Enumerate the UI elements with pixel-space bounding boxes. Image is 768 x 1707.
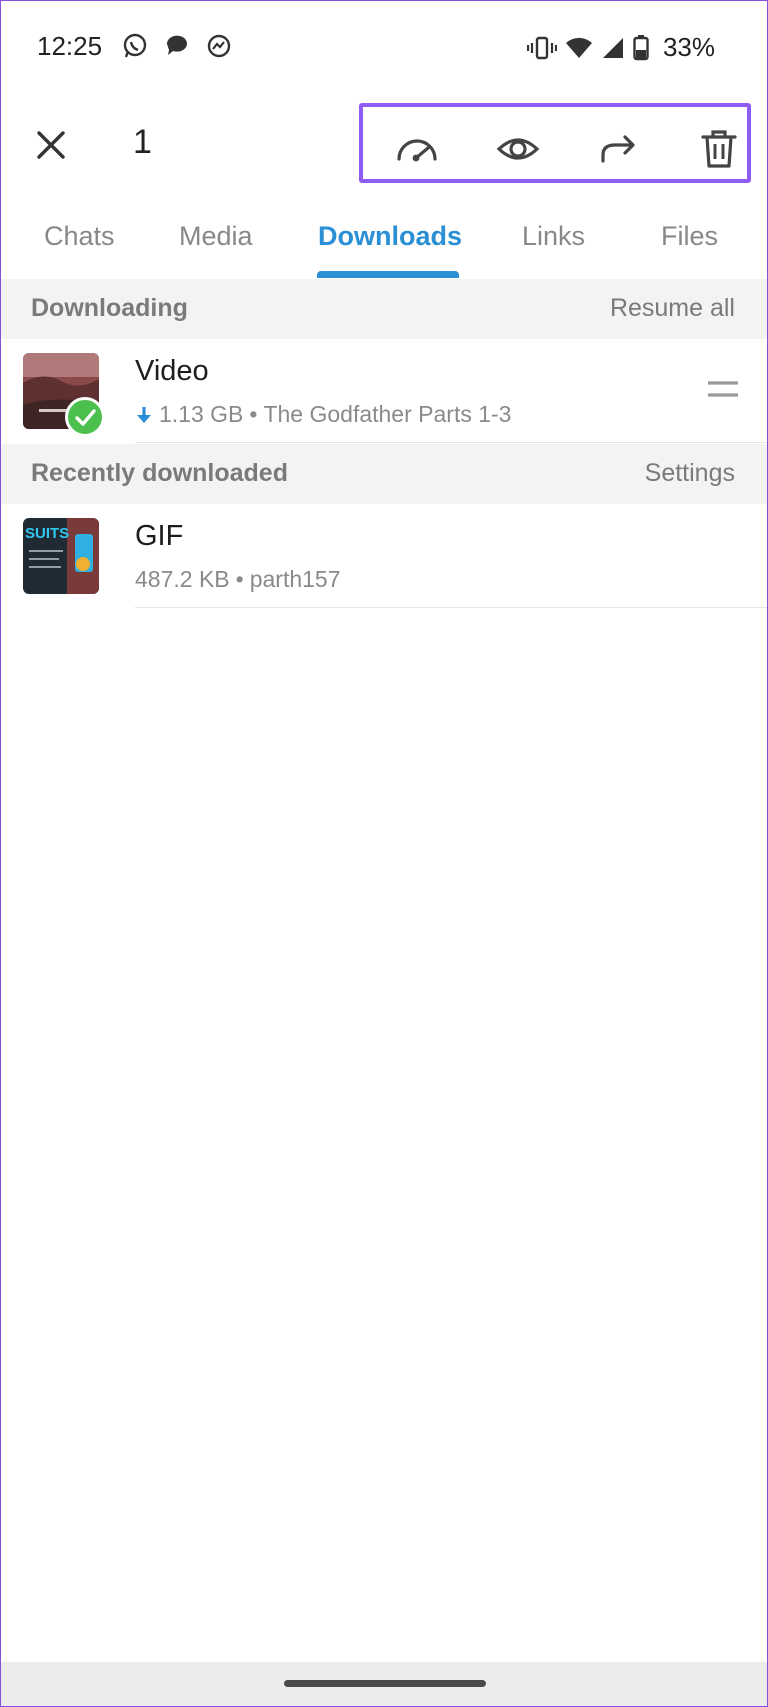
messenger-icon xyxy=(207,34,231,58)
battery-icon xyxy=(633,34,649,60)
chat-bubble-icon xyxy=(166,35,187,55)
selection-toolbar: 1 xyxy=(1,93,767,197)
recently-downloaded-header: Recently downloaded Settings xyxy=(1,444,767,504)
resume-all-button[interactable]: Resume all xyxy=(610,294,735,323)
section-title: Downloading xyxy=(31,294,188,322)
item-subtitle: 487.2 KB • parth157 xyxy=(135,566,341,593)
download-arrow-icon xyxy=(137,406,151,423)
item-size: 487.2 KB xyxy=(135,566,230,592)
action-icons-highlight xyxy=(359,103,751,183)
speedometer-icon[interactable] xyxy=(395,127,439,171)
drag-handle-icon[interactable] xyxy=(707,379,739,401)
item-source: The Godfather Parts 1-3 xyxy=(263,401,512,427)
tab-bar: Chats Media Downloads Links Files xyxy=(1,201,767,280)
divider xyxy=(135,607,767,608)
item-size: 1.13 GB xyxy=(159,401,244,427)
item-subtitle: 1.13 GB • The Godfather Parts 1-3 xyxy=(135,401,511,428)
status-bar: 12:25 33% xyxy=(1,1,767,93)
cell-signal-icon xyxy=(602,37,623,58)
gif-thumbnail: SUITS xyxy=(23,518,99,594)
close-icon[interactable] xyxy=(31,125,71,165)
tab-chats[interactable]: Chats xyxy=(44,221,115,252)
notification-icons xyxy=(121,32,233,60)
separator: • xyxy=(235,566,244,592)
settings-button[interactable]: Settings xyxy=(645,459,735,488)
active-tab-indicator xyxy=(317,271,459,278)
downloading-header: Downloading Resume all xyxy=(1,279,767,339)
status-time: 12:25 xyxy=(37,31,103,61)
whatsapp-icon xyxy=(123,33,147,58)
tab-media[interactable]: Media xyxy=(179,221,253,252)
wifi-icon xyxy=(565,37,592,58)
vibrate-icon xyxy=(526,36,557,59)
download-item[interactable]: Video 1.13 GB • The Godfather Parts 1-3 xyxy=(1,339,767,443)
selected-count: 1 xyxy=(133,123,152,161)
system-status-icons: 33% xyxy=(526,32,715,63)
eye-icon[interactable] xyxy=(496,127,540,171)
home-gesture-handle[interactable] xyxy=(284,1680,486,1687)
download-item[interactable]: SUITS GIF 487.2 KB • parth157 xyxy=(1,504,767,608)
gesture-navigation-bar xyxy=(1,1662,767,1706)
battery-percent: 33% xyxy=(662,32,715,62)
tab-links[interactable]: Links xyxy=(522,221,585,252)
item-title: GIF xyxy=(135,520,184,552)
divider xyxy=(135,442,767,443)
trash-icon[interactable] xyxy=(697,127,741,171)
tab-downloads[interactable]: Downloads xyxy=(318,221,462,252)
section-title: Recently downloaded xyxy=(31,459,288,487)
thumb-text: SUITS xyxy=(25,525,69,542)
forward-icon[interactable] xyxy=(597,127,641,171)
item-title: Video xyxy=(135,355,209,387)
separator: • xyxy=(249,401,258,427)
selected-check-icon xyxy=(65,397,105,437)
tab-files[interactable]: Files xyxy=(661,221,718,252)
item-source: parth157 xyxy=(249,566,341,592)
